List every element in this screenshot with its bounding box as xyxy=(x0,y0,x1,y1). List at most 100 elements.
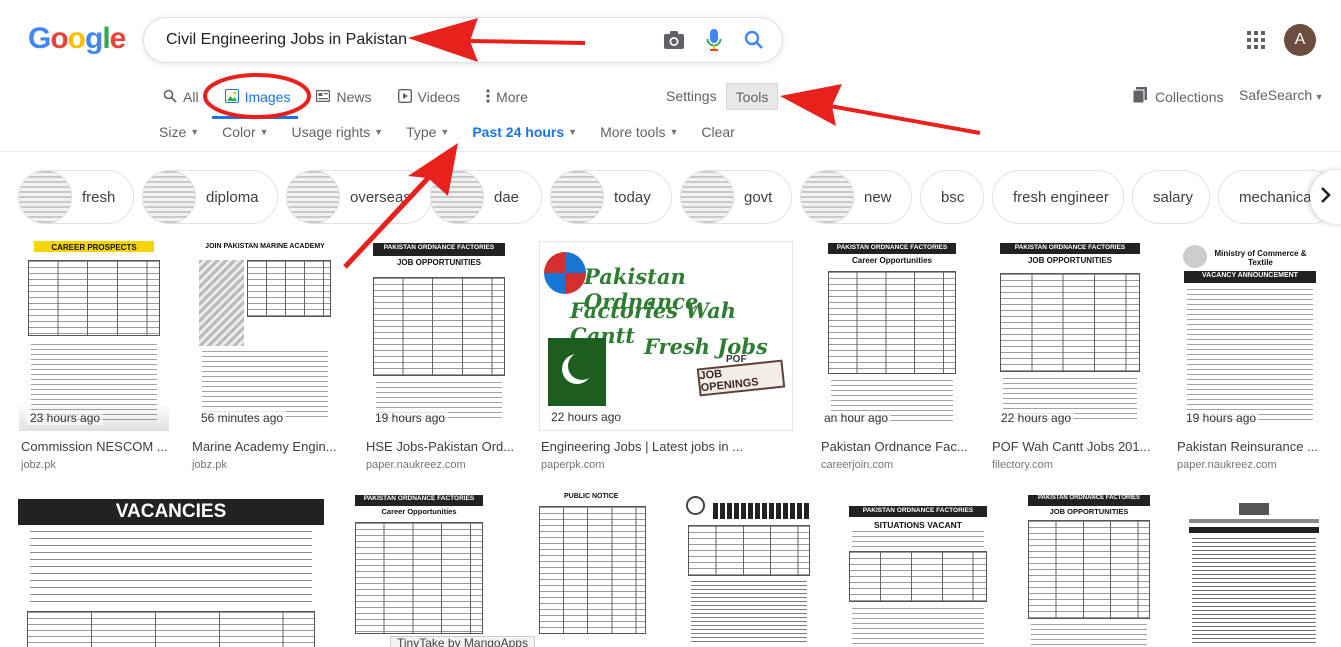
tools-button[interactable]: Tools xyxy=(726,83,778,110)
active-tab-indicator xyxy=(212,116,298,119)
more-vert-icon xyxy=(486,88,490,106)
search-icon[interactable] xyxy=(742,28,766,52)
bookmark-icon xyxy=(1132,87,1147,106)
thumbnail-subheading: JOB OPPORTUNITIES xyxy=(1027,256,1112,266)
tab-all[interactable]: All xyxy=(163,86,199,108)
result-thumbnail[interactable]: VACANCIES xyxy=(18,493,324,647)
thumbnail-heading: PUBLIC NOTICE xyxy=(563,493,619,500)
filter-label: More tools xyxy=(600,124,666,140)
chip-bsc[interactable]: bsc xyxy=(920,170,984,224)
thumbnail-subheading: VACANCY ANNOUNCEMENT xyxy=(1202,272,1298,280)
thumbnail-heading: JOIN PAKISTAN MARINE ACADEMY xyxy=(205,242,325,250)
result-title[interactable]: Marine Academy Engin... xyxy=(192,439,340,454)
result-source[interactable]: filectory.com xyxy=(992,459,1053,471)
thumbnail-subheading: SITUATIONS VACANT xyxy=(874,520,962,531)
search-input[interactable]: Civil Engineering Jobs in Pakistan xyxy=(166,31,662,49)
filter-label: Type xyxy=(406,124,437,140)
result-thumbnail[interactable]: PAKISTAN ORDNANCE FACTORIES JOB OPPORTUN… xyxy=(990,241,1150,431)
thumbnail-heading: PAKISTAN ORDNANCE FACTORIES xyxy=(1037,495,1140,502)
result-title[interactable]: Pakistan Reinsurance ... xyxy=(1177,439,1327,454)
time-badge: an hour ago xyxy=(821,411,892,425)
result-source[interactable]: paper.naukreez.com xyxy=(1177,459,1277,471)
chip-overseas[interactable]: overseas xyxy=(286,170,432,224)
result-source[interactable]: paper.naukreez.com xyxy=(366,459,466,471)
filter-clear[interactable]: Clear xyxy=(701,124,734,140)
result-title[interactable]: Pakistan Ordnance Fac... xyxy=(821,439,967,454)
chip-dae[interactable]: dae xyxy=(430,170,542,224)
tab-label: Images xyxy=(244,89,291,105)
video-icon xyxy=(397,88,412,106)
result-thumbnail[interactable] xyxy=(680,493,818,647)
apps-grid-icon[interactable] xyxy=(1246,30,1266,50)
chip-label: govt xyxy=(744,188,773,206)
result-thumbnail[interactable] xyxy=(1180,493,1328,647)
thumbnail-subheading: JOB OPPORTUNITIES xyxy=(1049,507,1129,517)
thumbnail-heading: PAKISTAN ORDNANCE FACTORIES xyxy=(862,506,974,514)
chip-salary[interactable]: salary xyxy=(1132,170,1210,224)
filter-type[interactable]: Type ▼ xyxy=(406,124,449,140)
thumbnail-overlay-text: Fresh Jobs xyxy=(644,334,768,359)
chip-fresh-engineer[interactable]: fresh engineer xyxy=(992,170,1124,224)
thumbnail-subheading: Career Opportunities xyxy=(851,256,932,266)
pof-emblem xyxy=(544,252,586,294)
filter-more-tools[interactable]: More tools ▼ xyxy=(600,124,678,140)
filter-size[interactable]: Size ▼ xyxy=(159,124,199,140)
result-source[interactable]: careerjoin.com xyxy=(821,459,893,471)
result-thumbnail[interactable]: PAKISTAN ORDNANCE FACTORIES Career Oppor… xyxy=(819,241,965,431)
result-thumbnail[interactable]: PUBLIC NOTICE xyxy=(510,493,655,647)
result-source[interactable]: paperpk.com xyxy=(541,459,605,471)
flag-graphic xyxy=(548,338,606,406)
caret-down-icon: ▼ xyxy=(669,127,679,137)
chip-thumbnail xyxy=(551,171,604,223)
chip-label: overseas xyxy=(350,188,411,206)
filter-color[interactable]: Color ▼ xyxy=(222,124,268,140)
result-thumbnail[interactable]: PAKISTAN ORDNANCE FACTORIES JOB OPPORTUN… xyxy=(1020,493,1158,647)
caret-down-icon: ▼ xyxy=(259,127,269,137)
time-badge: 19 hours ago xyxy=(372,411,449,425)
tab-videos[interactable]: Videos xyxy=(397,86,461,108)
collections-link[interactable]: Collections xyxy=(1132,87,1223,106)
result-thumbnail[interactable]: Pakistan Ordnance Factories Wah Cantt Fr… xyxy=(539,241,793,431)
result-thumbnail[interactable]: Ministry of Commerce & Textile VACANCY A… xyxy=(1175,241,1325,431)
tab-news[interactable]: News xyxy=(316,86,372,108)
filter-usage-rights[interactable]: Usage rights ▼ xyxy=(292,124,384,140)
chip-label: today xyxy=(614,188,651,206)
chip-fresh[interactable]: fresh xyxy=(18,170,134,224)
tab-more[interactable]: More xyxy=(486,86,528,108)
camera-icon[interactable] xyxy=(662,28,686,52)
search-box[interactable]: Civil Engineering Jobs in Pakistan xyxy=(143,17,783,63)
result-thumbnail[interactable]: JOIN PAKISTAN MARINE ACADEMY 56 minutes … xyxy=(190,241,340,431)
result-title[interactable]: Commission NESCOM ... xyxy=(21,439,171,454)
result-source[interactable]: jobz.pk xyxy=(192,459,227,471)
result-thumbnail[interactable]: CAREER PROSPECTS 23 hours ago xyxy=(19,241,169,431)
settings-link[interactable]: Settings xyxy=(666,88,717,104)
tab-images[interactable]: Images xyxy=(224,86,291,108)
thumbnail-subheading: JOB OPPORTUNITIES xyxy=(396,258,481,268)
chip-new[interactable]: new xyxy=(800,170,912,224)
related-search-chips: fresh diploma overseas dae today govt ne… xyxy=(18,170,1341,224)
thumbnail-heading: VACANCIES xyxy=(18,499,324,525)
chip-diploma[interactable]: diploma xyxy=(142,170,278,224)
result-thumbnail[interactable]: PAKISTAN ORDNANCE FACTORIES SITUATIONS V… xyxy=(840,493,996,647)
safesearch-dropdown[interactable]: SafeSearch ▼ xyxy=(1239,87,1324,103)
result-title[interactable]: HSE Jobs-Pakistan Ord... xyxy=(366,439,516,454)
result-title[interactable]: POF Wah Cantt Jobs 201... xyxy=(992,439,1154,454)
mic-icon[interactable] xyxy=(702,28,726,52)
chip-govt[interactable]: govt xyxy=(680,170,792,224)
job-openings-sign: JOB OPENINGS xyxy=(696,359,786,397)
thumbnail-heading: PAKISTAN ORDNANCE FACTORIES xyxy=(363,495,475,503)
filter-label: Size xyxy=(159,124,187,140)
tab-label: Videos xyxy=(417,89,461,105)
chip-thumbnail xyxy=(681,171,734,223)
result-thumbnail[interactable]: PAKISTAN ORDNANCE FACTORIES Career Oppor… xyxy=(346,493,492,647)
account-avatar[interactable]: A xyxy=(1284,24,1316,56)
result-title[interactable]: Engineering Jobs | Latest jobs in ... xyxy=(541,439,795,454)
header-divider xyxy=(0,151,1341,152)
filter-time[interactable]: Past 24 hours ▼ xyxy=(472,124,577,140)
result-source[interactable]: jobz.pk xyxy=(21,459,56,471)
chip-today[interactable]: today xyxy=(550,170,672,224)
result-thumbnail[interactable]: PAKISTAN ORDNANCE FACTORIES JOB OPPORTUN… xyxy=(364,241,514,431)
filter-label: Past 24 hours xyxy=(472,124,565,140)
google-logo[interactable]: Google xyxy=(28,22,126,56)
avatar-initial: A xyxy=(1294,31,1306,48)
